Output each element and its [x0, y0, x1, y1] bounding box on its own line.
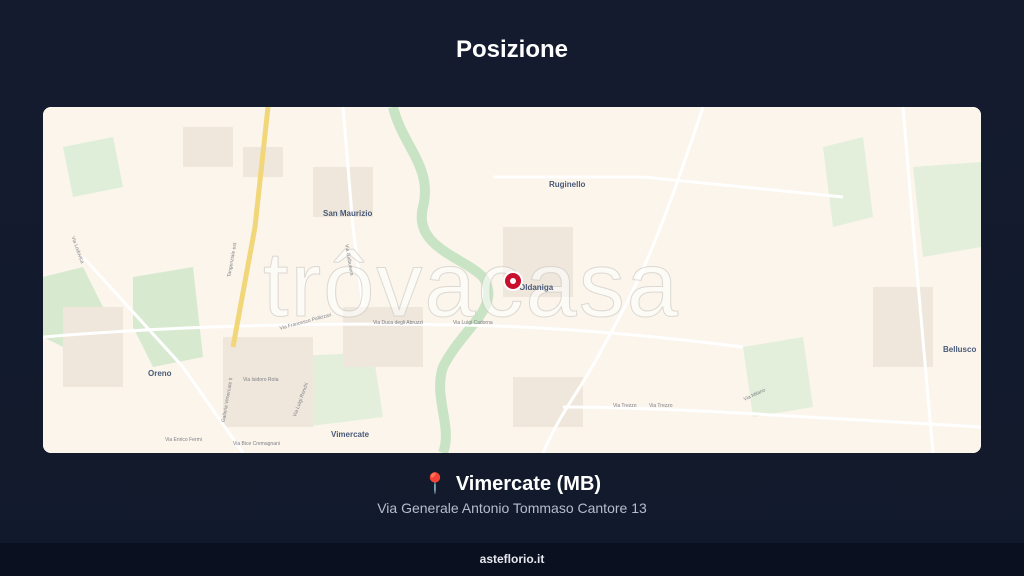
street-label: Via Bice Cremagnani	[233, 441, 280, 447]
footer: asteflorio.it	[0, 543, 1024, 576]
street-label: Via Trezzo	[613, 403, 637, 409]
footer-site: asteflorio.it	[479, 552, 545, 566]
street-label: Via Isidoro Rota	[243, 377, 279, 383]
place-label-san-maurizio: San Maurizio	[323, 209, 373, 218]
location-heading: 📍 Vimercate (MB)	[0, 471, 1024, 496]
street-label: Via Luigi Cadorna	[453, 320, 493, 326]
street-label: Via Duca degli Abruzzi	[373, 320, 423, 326]
place-label-oreno: Oreno	[148, 369, 172, 378]
page-title: Posizione	[455, 36, 569, 63]
place-label-bellusco: Bellusco	[943, 345, 977, 354]
map-pin-icon: 📍	[422, 473, 448, 495]
place-label-ruginello: Ruginello	[549, 180, 586, 189]
location-address: Via Generale Antonio Tommaso Cantore 13	[377, 500, 647, 516]
street-label: Via Trezzo	[649, 403, 673, 409]
place-label-oldaniga: Oldaniga	[519, 283, 554, 292]
place-label-vimercate: Vimercate	[331, 430, 370, 439]
location-city: Vimercate (MB)	[455, 473, 602, 495]
street-label: Via Enrico Fermi	[165, 437, 202, 443]
map-view[interactable]: trôvacasa San Maurizio Ruginello Oldanig…	[43, 107, 981, 453]
location-marker-icon[interactable]	[505, 273, 521, 289]
